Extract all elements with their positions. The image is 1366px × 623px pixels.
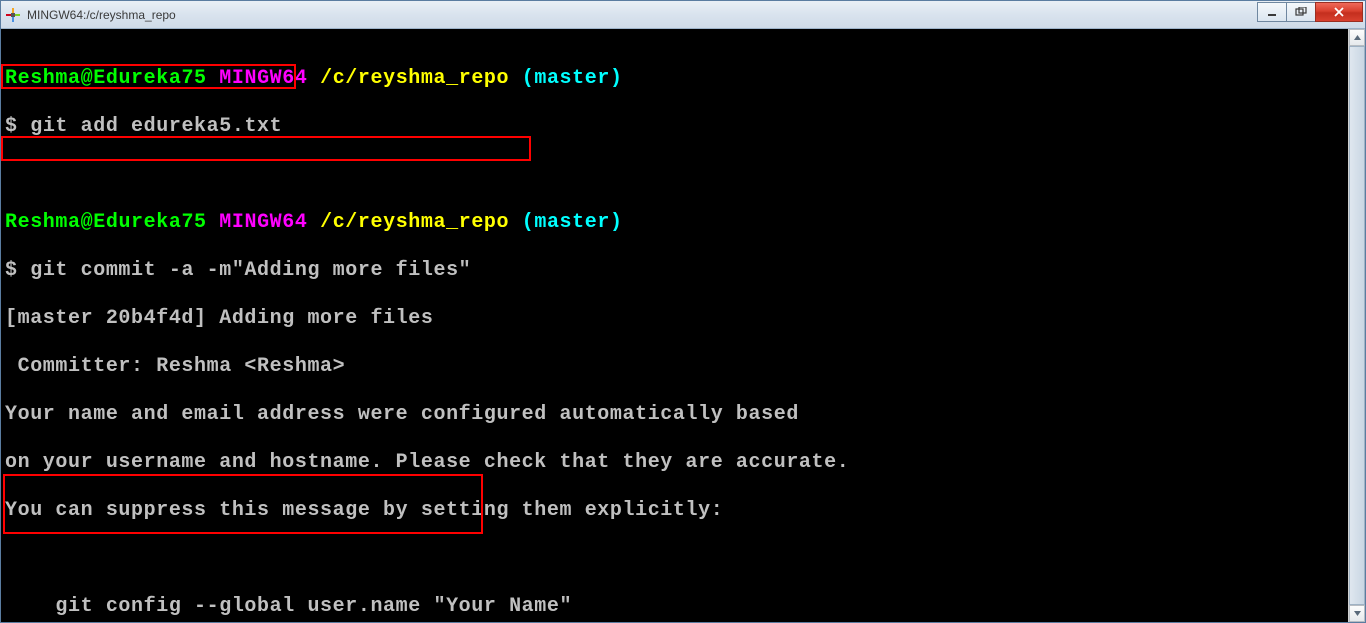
output-committer: Committer: Reshma <Reshma> <box>5 355 1361 379</box>
prompt-line-1: Reshma@Edureka75 MINGW64 /c/reyshma_repo… <box>5 67 1361 91</box>
scroll-thumb[interactable] <box>1349 46 1365 605</box>
highlight-box-commit-command <box>1 136 531 161</box>
mingw-app-icon <box>5 7 21 23</box>
scroll-track[interactable] <box>1349 46 1365 605</box>
blank-line <box>5 163 1361 187</box>
vertical-scrollbar[interactable] <box>1348 29 1365 622</box>
window-title: MINGW64:/c/reyshma_repo <box>27 8 176 22</box>
close-button[interactable] <box>1315 2 1363 22</box>
output-config-name: git config --global user.name "Your Name… <box>5 595 1361 619</box>
titlebar[interactable]: MINGW64:/c/reyshma_repo <box>1 1 1365 29</box>
scroll-down-button[interactable] <box>1349 605 1365 622</box>
terminal-viewport[interactable]: Reshma@Edureka75 MINGW64 /c/reyshma_repo… <box>1 29 1365 622</box>
window-controls <box>1258 2 1363 22</box>
output-line: Your name and email address were configu… <box>5 403 1361 427</box>
command-add: $ git add edureka5.txt <box>5 115 1361 139</box>
scroll-up-button[interactable] <box>1349 29 1365 46</box>
output-commit-hash: [master 20b4f4d] Adding more files <box>5 307 1361 331</box>
output-line: on your username and hostname. Please ch… <box>5 451 1361 475</box>
terminal-content: Reshma@Edureka75 MINGW64 /c/reyshma_repo… <box>1 29 1365 622</box>
prompt-line-2: Reshma@Edureka75 MINGW64 /c/reyshma_repo… <box>5 211 1361 235</box>
minimize-button[interactable] <box>1257 2 1287 22</box>
output-line: You can suppress this message by setting… <box>5 499 1361 523</box>
mingw-terminal-window: MINGW64:/c/reyshma_repo Reshma@Edureka75… <box>0 0 1366 623</box>
maximize-button[interactable] <box>1286 2 1316 22</box>
command-commit: $ git commit -a -m"Adding more files" <box>5 259 1361 283</box>
blank-line <box>5 547 1361 571</box>
